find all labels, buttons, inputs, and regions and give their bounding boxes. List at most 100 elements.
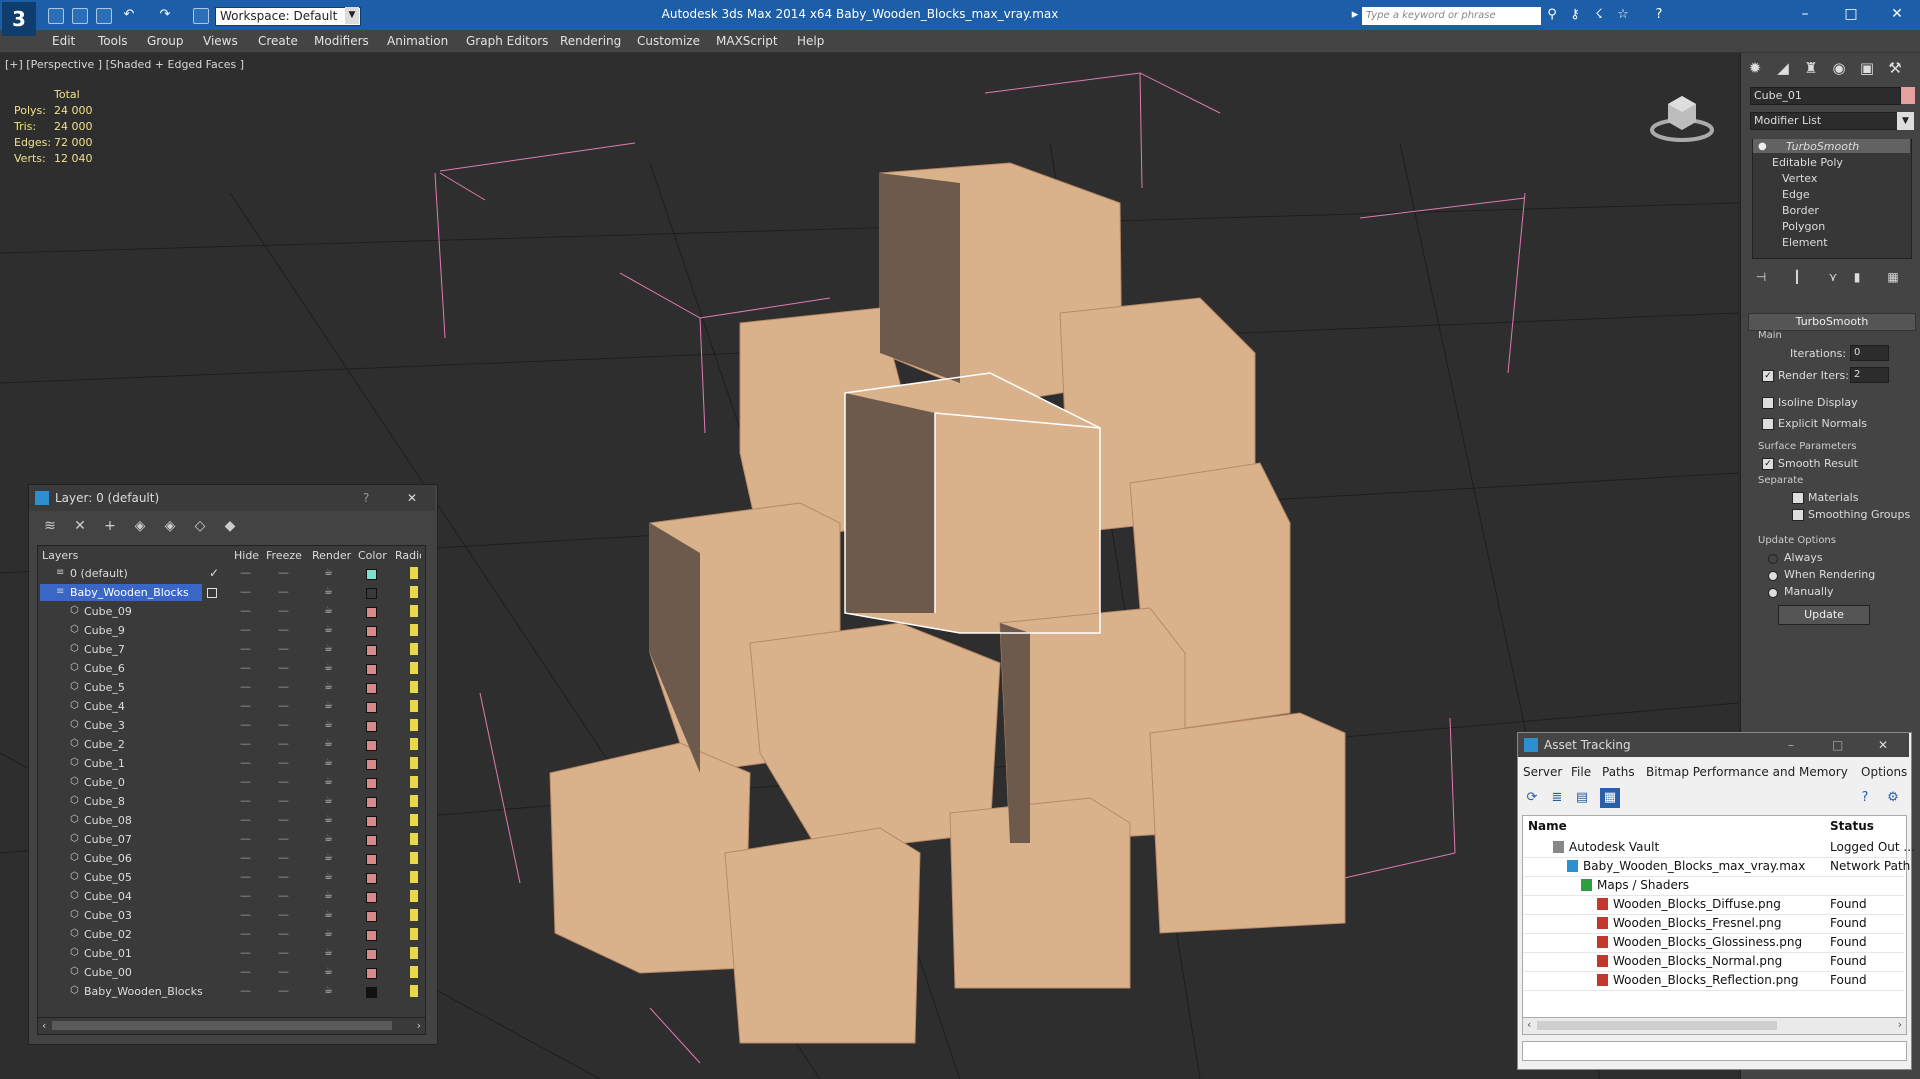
layer-name[interactable]: Cube_2 (84, 738, 125, 751)
chevron-down-icon[interactable]: ▼ (345, 7, 359, 24)
layer-name[interactable]: Cube_00 (84, 966, 132, 979)
render-teapot-icon[interactable]: ☕ (324, 757, 333, 768)
radiosity-icon[interactable] (410, 662, 418, 674)
hide-all-icon[interactable]: ◇ (190, 516, 210, 536)
freeze-toggle[interactable]: — (278, 984, 289, 997)
render-teapot-icon[interactable]: ☕ (324, 567, 333, 578)
freeze-toggle[interactable]: — (278, 566, 289, 579)
hide-toggle[interactable]: — (240, 851, 251, 864)
object-name-field[interactable]: Cube_01 (1750, 87, 1901, 105)
undo-icon[interactable]: ↶ (122, 8, 136, 22)
asset-name[interactable]: Wooden_Blocks_Diffuse.png (1613, 897, 1781, 911)
layer-name[interactable]: Cube_7 (84, 643, 125, 656)
freeze-toggle[interactable]: — (278, 794, 289, 807)
render-teapot-icon[interactable]: ☕ (324, 814, 333, 825)
layer-color-swatch[interactable] (366, 854, 377, 865)
layer-color-swatch[interactable] (366, 664, 377, 675)
scroll-left-icon[interactable]: ‹ (1527, 1018, 1531, 1031)
hide-toggle[interactable]: — (240, 870, 251, 883)
render-teapot-icon[interactable]: ☕ (324, 643, 333, 654)
layer-color-swatch[interactable] (366, 987, 377, 998)
layer-name[interactable]: Cube_8 (84, 795, 125, 808)
asset-window-titlebar[interactable]: Asset Tracking – □ ✕ (1518, 733, 1909, 757)
scroll-right-icon[interactable]: › (1898, 1018, 1902, 1031)
radiosity-icon[interactable] (410, 985, 418, 997)
col-radiosity[interactable]: Radio (395, 549, 421, 562)
menu-animation[interactable]: Animation (387, 34, 448, 48)
layer-color-swatch[interactable] (366, 892, 377, 903)
project-folder-icon[interactable] (193, 8, 209, 24)
vault-help-icon[interactable]: ? (1855, 788, 1875, 808)
object-color-swatch[interactable] (1901, 87, 1915, 104)
layer-name[interactable]: Cube_07 (84, 833, 132, 846)
hide-toggle[interactable]: — (240, 813, 251, 826)
layer-color-swatch[interactable] (366, 759, 377, 770)
freeze-toggle[interactable]: — (278, 946, 289, 959)
star-icon[interactable]: ☆ (1616, 8, 1630, 22)
layer-color-swatch[interactable] (366, 683, 377, 694)
open-file-icon[interactable] (72, 8, 88, 24)
hide-toggle[interactable]: — (240, 661, 251, 674)
stack-item-polygon[interactable]: Polygon (1782, 220, 1825, 233)
freeze-toggle[interactable]: — (278, 870, 289, 883)
col-status[interactable]: Status (1830, 819, 1874, 833)
viewcube-icon[interactable] (1650, 88, 1714, 144)
render-teapot-icon[interactable]: ☕ (324, 662, 333, 673)
menu-maxscript[interactable]: MAXScript (716, 34, 778, 48)
hide-toggle[interactable]: — (240, 965, 251, 978)
always-radio[interactable] (1768, 554, 1778, 564)
iterations-spinner[interactable]: 0 (1850, 345, 1889, 361)
when-rendering-radio[interactable] (1768, 571, 1778, 581)
modify-tab-icon[interactable]: ◢ (1772, 57, 1794, 79)
render-teapot-icon[interactable]: ☕ (324, 624, 333, 635)
asset-name[interactable]: Wooden_Blocks_Fresnel.png (1613, 916, 1781, 930)
create-layer-icon[interactable]: ≋ (40, 516, 60, 536)
radiosity-icon[interactable] (410, 795, 418, 807)
layer-name[interactable]: Cube_02 (84, 928, 132, 941)
layer-color-swatch[interactable] (366, 607, 377, 618)
hide-toggle[interactable]: — (240, 946, 251, 959)
viewport-label[interactable]: [+] [Perspective ] [Shaded + Edged Faces… (5, 58, 244, 71)
asset-name[interactable]: Baby_Wooden_Blocks_max_vray.max (1583, 859, 1805, 873)
layer-name[interactable]: Cube_09 (84, 605, 132, 618)
menu-rendering[interactable]: Rendering (560, 34, 621, 48)
render-teapot-icon[interactable]: ☕ (324, 681, 333, 692)
layer-color-swatch[interactable] (366, 835, 377, 846)
render-teapot-icon[interactable]: ☕ (324, 890, 333, 901)
scroll-right-icon[interactable]: › (417, 1019, 421, 1032)
hide-toggle[interactable]: — (240, 604, 251, 617)
layer-name[interactable]: Baby_Wooden_Blocks (84, 985, 203, 998)
menu-create[interactable]: Create (258, 34, 298, 48)
hide-toggle[interactable]: — (240, 927, 251, 940)
layer-name[interactable]: Cube_06 (84, 852, 132, 865)
layer-color-swatch[interactable] (366, 721, 377, 732)
close-icon[interactable]: ✕ (407, 485, 417, 511)
hide-toggle[interactable]: — (240, 585, 251, 598)
render-teapot-icon[interactable]: ☕ (324, 719, 333, 730)
layer-color-swatch[interactable] (366, 968, 377, 979)
layer-name[interactable]: Cube_05 (84, 871, 132, 884)
radiosity-icon[interactable] (410, 776, 418, 788)
hide-toggle[interactable]: — (240, 775, 251, 788)
layer-name[interactable]: Cube_6 (84, 662, 125, 675)
hide-toggle[interactable]: — (240, 908, 251, 921)
maximize-icon[interactable]: □ (1832, 733, 1843, 757)
search-input[interactable]: Type a keyword or phrase (1362, 7, 1541, 25)
communication-icon[interactable]: ☇ (1592, 8, 1606, 22)
radiosity-icon[interactable] (410, 814, 418, 826)
render-teapot-icon[interactable]: ☕ (324, 871, 333, 882)
radiosity-icon[interactable] (410, 738, 418, 750)
freeze-toggle[interactable]: — (278, 756, 289, 769)
freeze-toggle[interactable]: — (278, 642, 289, 655)
close-icon[interactable]: ✕ (1878, 733, 1888, 757)
freeze-toggle[interactable]: — (278, 680, 289, 693)
highlight-layer-icon[interactable]: ◈ (160, 516, 180, 536)
search-arrow-icon[interactable]: ▸ (1348, 8, 1362, 22)
layer-name[interactable]: Cube_5 (84, 681, 125, 694)
layer-color-swatch[interactable] (366, 949, 377, 960)
list-view-icon[interactable]: ≣ (1547, 788, 1567, 808)
col-color[interactable]: Color (358, 549, 387, 562)
layer-color-swatch[interactable] (366, 626, 377, 637)
freeze-toggle[interactable]: — (278, 604, 289, 617)
render-iters-spinner[interactable]: 2 (1850, 367, 1889, 383)
